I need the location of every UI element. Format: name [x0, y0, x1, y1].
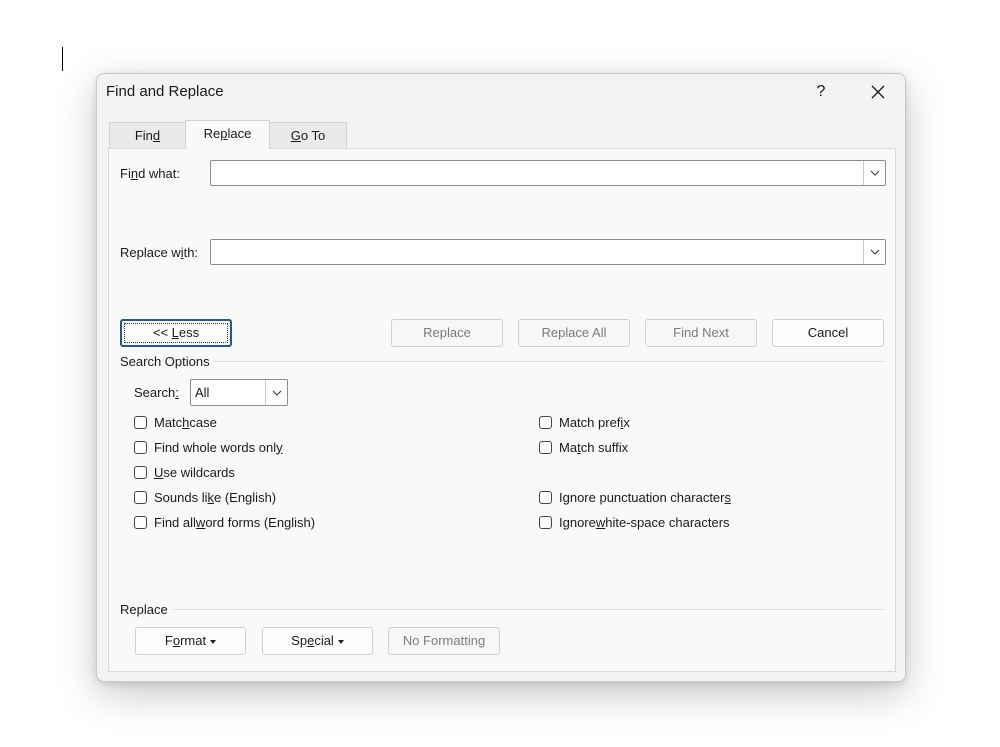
- option-ignore-whitespace[interactable]: Ignore w hite-space characters: [539, 513, 730, 531]
- match-suffix-checkbox[interactable]: [539, 440, 552, 454]
- tab-find-label: Fin: [134, 128, 153, 143]
- option-match-case[interactable]: Matc h case: [134, 413, 217, 431]
- replace-section-divider: [173, 609, 885, 610]
- tab-goto-mnemonic: G: [290, 128, 301, 143]
- text-cursor: [62, 47, 63, 71]
- special-dropdown-icon: [337, 639, 344, 644]
- wildcards-checkbox[interactable]: [134, 465, 147, 479]
- find-next-button[interactable]: Find Next: [645, 319, 757, 347]
- ignore-punctuation-checkbox[interactable]: [539, 490, 552, 504]
- option-ignore-punctuation[interactable]: Ignore punctuation character s: [539, 488, 731, 506]
- replace-with-combo[interactable]: [210, 239, 886, 265]
- match-prefix-checkbox[interactable]: [539, 415, 552, 429]
- tab-replace-label: Re: [203, 126, 221, 141]
- no-formatting-button[interactable]: No Formatting: [388, 627, 500, 655]
- search-direction-select[interactable]: All: [190, 379, 288, 406]
- format-button[interactable]: Format: [135, 627, 246, 655]
- find-what-input[interactable]: [215, 163, 859, 185]
- tab-replace-mnemonic: p: [220, 126, 228, 141]
- tab-goto[interactable]: Go To: [269, 122, 347, 148]
- cancel-button[interactable]: Cancel: [772, 319, 884, 347]
- option-match-suffix[interactable]: Ma t ch suffix: [539, 438, 628, 456]
- find-what-label: Find what:: [120, 166, 180, 181]
- whole-words-checkbox[interactable]: [134, 440, 147, 454]
- special-button[interactable]: Special: [262, 627, 373, 655]
- format-dropdown-icon: [210, 639, 217, 644]
- option-word-forms[interactable]: Find all w ord forms (English): [134, 513, 315, 531]
- help-button[interactable]: ?: [809, 78, 833, 106]
- option-sounds-like[interactable]: Sounds li k e (English): [134, 488, 276, 506]
- replace-button[interactable]: Replace: [391, 319, 503, 347]
- replace-with-input[interactable]: [215, 242, 859, 264]
- chevron-down-icon: [870, 249, 879, 255]
- replace-all-button[interactable]: Replace All: [518, 319, 630, 347]
- match-case-checkbox[interactable]: [134, 415, 147, 429]
- close-button[interactable]: [861, 78, 895, 106]
- find-what-combo[interactable]: [210, 160, 886, 186]
- search-direction-dropdown[interactable]: [265, 380, 287, 405]
- less-button[interactable]: << Less: [120, 319, 232, 347]
- replace-section-heading: Replace: [120, 602, 168, 617]
- search-direction-label: Search:: [134, 385, 179, 400]
- option-whole-words[interactable]: Find whole words onl y: [134, 438, 283, 456]
- replace-with-label: Replace with:: [120, 245, 199, 260]
- option-match-prefix[interactable]: Match pref i x: [539, 413, 630, 431]
- replace-with-dropdown[interactable]: [863, 240, 885, 264]
- option-wildcards[interactable]: Use wildcards: [134, 463, 235, 481]
- search-options-divider: [215, 361, 885, 362]
- search-options-heading: Search Options: [120, 354, 210, 369]
- ignore-whitespace-checkbox[interactable]: [539, 515, 552, 529]
- word-forms-checkbox[interactable]: [134, 515, 147, 529]
- replace-panel: Find what: Replace with: << Less Replace…: [108, 148, 896, 672]
- chevron-down-icon: [272, 390, 281, 396]
- tab-find-mnemonic: d: [152, 128, 161, 143]
- dialog-title: Find and Replace: [106, 83, 224, 100]
- search-direction-value: All: [195, 385, 210, 400]
- sounds-like-checkbox[interactable]: [134, 490, 147, 504]
- tab-replace[interactable]: Replace: [185, 120, 270, 149]
- tab-goto-label-rest: o To: [300, 128, 326, 143]
- tab-replace-label-rest: lace: [227, 126, 252, 141]
- chevron-down-icon: [870, 170, 879, 176]
- find-what-dropdown[interactable]: [863, 161, 885, 185]
- find-replace-dialog: Find and Replace ? Find Replace Go To Fi…: [96, 73, 906, 682]
- tab-find[interactable]: Find: [109, 122, 186, 148]
- close-icon: [871, 85, 885, 99]
